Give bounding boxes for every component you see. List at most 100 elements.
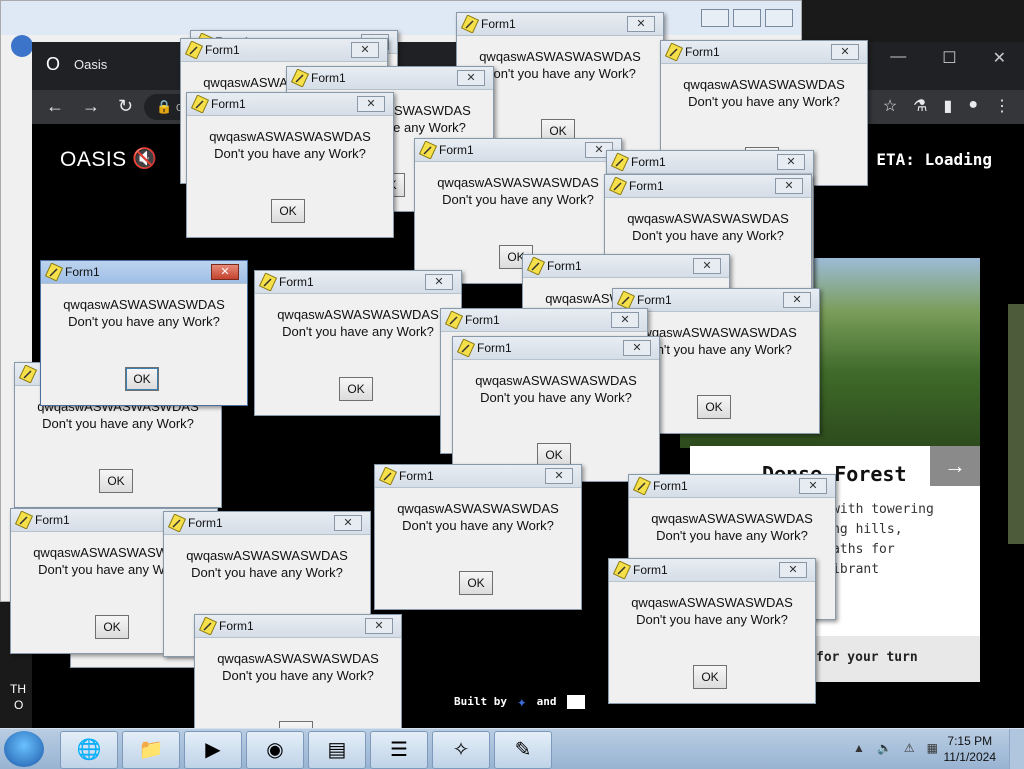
close-button[interactable] [765,9,793,27]
dialog-message-line2: Don't you have any Work? [42,416,194,431]
dialog-close-button[interactable]: ✕ [783,292,811,308]
dialog-title: Form1 [188,516,223,530]
sidebar-icon[interactable]: ▮ [944,96,953,116]
star-icon[interactable]: ☆ [883,96,897,116]
dialog-titlebar[interactable]: Form1✕ [375,465,581,488]
dialog-close-button[interactable]: ✕ [351,42,379,58]
dialog-message-line2: Don't you have any Work? [222,668,374,683]
dialog-close-button[interactable]: ✕ [693,258,721,274]
mute-icon[interactable]: 🔇 [132,146,157,171]
dialog-close-button[interactable]: ✕ [831,44,859,60]
ok-button[interactable]: OK [459,571,493,595]
dialog-message-line2: Don't you have any Work? [191,565,343,580]
form1-dialog[interactable]: Form1 ✕ qwqaswASWASWASWDAS Don't you have a… [40,260,248,406]
ok-button[interactable]: OK [697,395,731,419]
dialog-close-button[interactable]: ✕ [365,618,393,634]
dialog-titlebar[interactable]: Form1 ✕ [164,512,370,535]
form1-dialog[interactable]: Form1 ✕ qwqaswASWASWASWDAS Don't you have a… [254,270,462,416]
dialog-titlebar[interactable]: Form1✕ [441,309,647,332]
dialog-titlebar[interactable]: Form1✕ [607,151,813,174]
dialog-close-button[interactable]: ✕ [425,274,453,290]
dialog-close-button[interactable]: ✕ [545,468,573,484]
dialog-message-line1: qwqaswASWASWASWDAS [277,307,439,322]
tab-oasis[interactable]: O Oasis [46,54,107,75]
dialog-titlebar[interactable]: Form1✕ [41,261,247,284]
dialog-titlebar[interactable]: Form1✕ [255,271,461,294]
left-partial-text: TH [10,682,26,696]
app-icon[interactable]: ✧ [432,731,490,769]
dialog-titlebar[interactable]: Form1✕ [661,41,867,64]
minimize-button[interactable] [701,9,729,27]
volume-muted-icon[interactable]: 🔈 [877,741,892,755]
forward-arrow-icon[interactable]: → [82,96,100,117]
dialog-titlebar[interactable]: Form1✕ [415,139,621,162]
form-icon [460,14,480,34]
back-arrow-icon[interactable]: ← [46,96,64,117]
next-arrow-icon[interactable]: → [930,446,980,486]
dialog-close-button[interactable]: ✕ [779,562,807,578]
menu-icon[interactable]: ⋮ [994,96,1010,116]
form-app-icon[interactable]: ✎ [494,731,552,769]
profile-icon[interactable]: ● [968,96,978,116]
form-icon [167,513,187,533]
task-manager-icon[interactable]: ▤ [308,731,366,769]
maker-logo-icon: ✦ [516,692,527,711]
close-icon[interactable]: ✕ [993,48,1006,68]
built-by-label: Built by [454,695,507,708]
notes-icon[interactable]: ☰ [370,731,428,769]
dialog-message-line2: Don't you have any Work? [632,228,784,243]
dialog-titlebar[interactable]: Form1✕ [457,13,663,36]
clock-time: 7:15 PM [947,734,993,748]
file-explorer-icon[interactable]: 📁 [122,731,180,769]
dialog-close-button[interactable]: ✕ [777,154,805,170]
dialog-close-button[interactable]: ✕ [623,340,651,356]
dialog-titlebar[interactable]: Form1✕ [605,175,811,198]
dialog-titlebar[interactable]: Form1✕ [195,615,401,638]
ok-button[interactable]: OK [271,199,305,223]
dialog-close-button[interactable]: ✕ [211,264,239,280]
chrome-icon[interactable]: ◉ [246,731,304,769]
tray-arrow-icon[interactable]: ▲ [853,741,865,755]
form1-dialog[interactable]: Form1 ✕ qwqaswASWASWASWDAS Don't you have a… [374,464,582,610]
form-icon [616,290,636,310]
dialog-close-button[interactable]: ✕ [627,16,655,32]
form1-dialog[interactable]: Form1 ✕ qwqaswASWASWASWDAS Don't you have a… [452,336,660,482]
network-icon[interactable]: ⚠ [904,741,915,755]
dialog-close-button[interactable]: ✕ [457,70,485,86]
form-icon [14,510,34,530]
ok-button[interactable]: OK [693,665,727,689]
ok-button[interactable]: OK [99,469,133,493]
form-icon [18,364,38,384]
dialog-titlebar[interactable]: Form1✕ [187,93,393,116]
dialog-close-button[interactable]: ✕ [357,96,385,112]
ok-button[interactable]: OK [95,615,129,639]
start-button[interactable] [4,731,44,767]
dialog-titlebar[interactable]: Form1✕ [523,255,729,278]
ok-button[interactable]: OK [125,367,159,391]
dialog-close-button[interactable]: ✕ [611,312,639,328]
dialog-titlebar[interactable]: Form1✕ [181,39,387,62]
reload-icon[interactable]: ↻ [118,96,133,117]
dialog-close-button[interactable]: ✕ [775,178,803,194]
ok-button[interactable]: OK [339,377,373,401]
maximize-button[interactable] [733,9,761,27]
clock[interactable]: 7:15 PM 11/1/2024 [944,733,997,765]
media-player-icon[interactable]: ▶ [184,731,242,769]
dialog-titlebar[interactable]: Form1✕ [287,67,493,90]
dialog-close-button[interactable]: ✕ [334,515,362,531]
action-center-icon[interactable]: ▦ [927,741,938,755]
built-and-label: and [536,695,557,708]
internet-explorer-icon[interactable]: 🌐 [60,731,118,769]
back-icon[interactable] [11,35,33,57]
form1-dialog[interactable]: Form1 ✕ qwqaswASWASWASWDAS Don't you have a… [608,558,816,704]
form1-dialog[interactable]: Form1 ✕ qwqaswASWASWASWDAS Don't you have a… [186,92,394,238]
maximize-icon[interactable]: ☐ [942,48,956,68]
lab-icon[interactable]: ⚗ [913,96,927,116]
dialog-titlebar[interactable]: Form1✕ [609,559,815,582]
form-icon [612,560,632,580]
minimize-icon[interactable]: — [890,48,906,68]
show-desktop-button[interactable] [1009,729,1024,769]
dialog-titlebar[interactable]: Form1✕ [629,475,835,498]
dialog-close-button[interactable]: ✕ [799,478,827,494]
dialog-titlebar[interactable]: Form1✕ [453,337,659,360]
